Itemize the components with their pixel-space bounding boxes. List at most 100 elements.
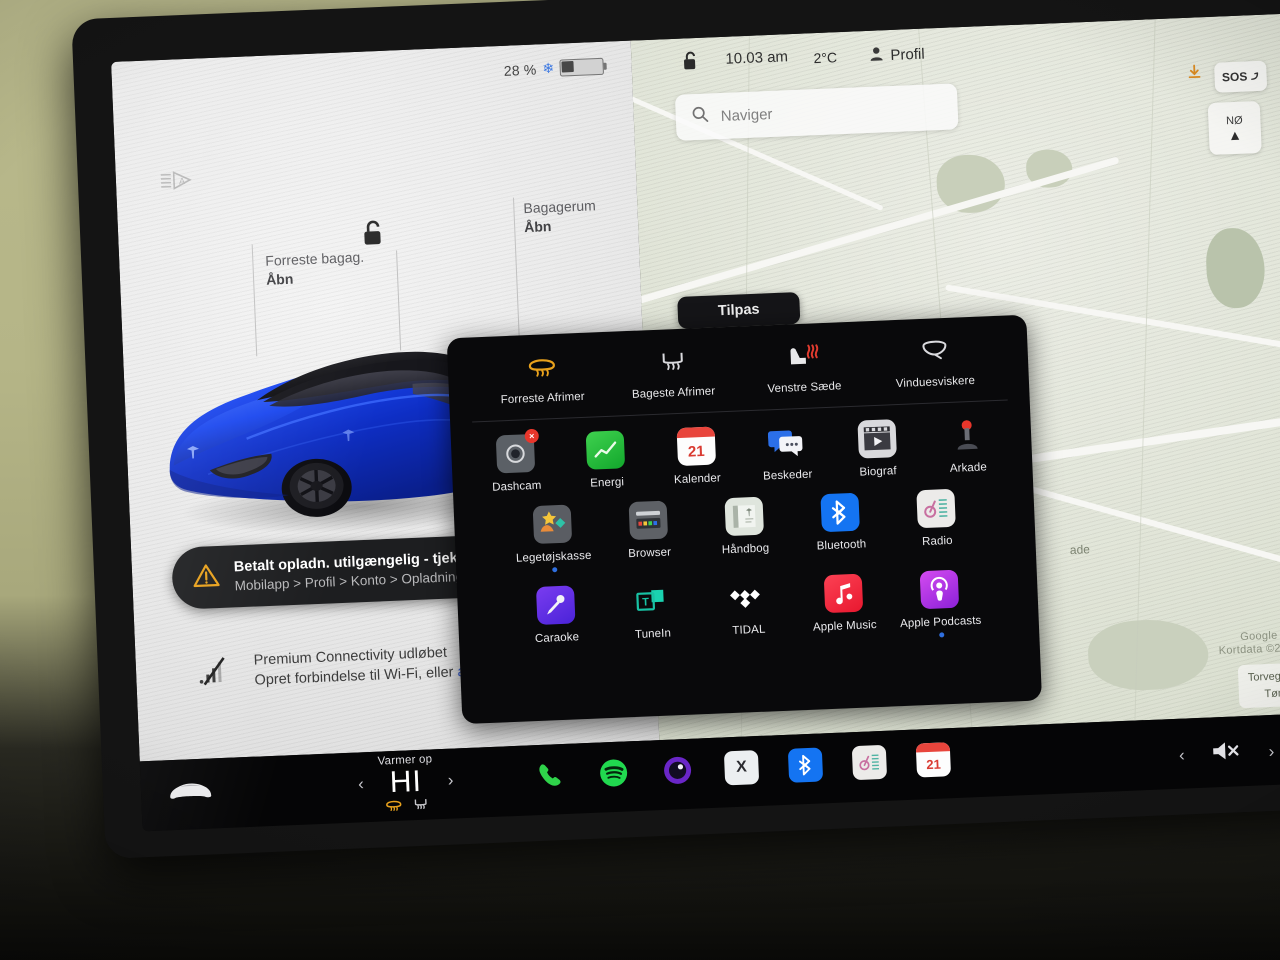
calendar-day: 21 (687, 442, 705, 461)
energy-icon (586, 430, 626, 470)
climate-label: Venstre Sæde (767, 380, 842, 396)
climate-left-seat-heater[interactable]: Venstre Sæde (753, 340, 855, 396)
rear-defrost-icon[interactable] (411, 796, 430, 812)
sos-button[interactable]: SOS (1214, 60, 1268, 93)
unlock-icon[interactable] (360, 219, 387, 253)
app-tunein[interactable]: T TuneIn (607, 580, 698, 651)
camera-icon[interactable] (660, 753, 695, 788)
messages-icon (767, 423, 807, 463)
climate-label: Vinduesviskere (895, 374, 976, 391)
calendar-icon[interactable]: 21 (915, 742, 952, 778)
spotify-icon[interactable] (596, 755, 631, 790)
app-dashcam[interactable]: × Dashcam (471, 428, 561, 495)
toybox-icon (532, 504, 573, 545)
app-row: Legetøjskasse Browser Håndbog Bluetooth … (474, 486, 1016, 575)
app-radio[interactable]: Radio (891, 488, 982, 559)
app-active-dot (938, 632, 944, 638)
app-launcher-panel[interactable]: Forreste Afrimer Bageste Afrimer Venstre… (446, 314, 1043, 725)
map-attribution: Google Kortdata ©2024 (1218, 628, 1280, 659)
compass-control[interactable]: NØ ▲ (1207, 100, 1262, 156)
app-grid: × Dashcam Energi 21 Kalender Beskeder Bi… (450, 400, 1039, 658)
front-defrost-icon (528, 359, 555, 377)
chevron-right-icon[interactable]: › (1268, 741, 1274, 761)
volume-mute-icon[interactable] (1210, 738, 1243, 768)
chevron-left-icon[interactable]: ‹ (358, 774, 364, 794)
app-label: Legetøjskasse (515, 549, 592, 565)
radio-icon (916, 488, 956, 529)
chevron-right-icon[interactable]: › (447, 771, 453, 791)
search-icon (691, 106, 709, 129)
app-label: TuneIn (634, 627, 672, 641)
front-trunk-action: Åbn (265, 270, 294, 288)
climate-temperature-control[interactable]: Varmer op ‹ HI › (320, 751, 492, 815)
front-trunk-label[interactable]: Forreste bagag. Åbn (265, 248, 365, 289)
climate-label: Forreste Afrimer (500, 390, 585, 407)
app-apple-music[interactable]: Apple Music (799, 573, 890, 644)
compass-needle-icon: ▲ (1227, 126, 1243, 143)
wiper-icon (921, 340, 946, 360)
volume-control[interactable]: ‹ › (1178, 737, 1275, 770)
app-label: Radio (921, 534, 953, 549)
map-place-label: Torvegade Tørring (1237, 662, 1280, 709)
download-icon[interactable] (1186, 63, 1203, 85)
apple-music-icon (823, 573, 864, 614)
customize-button[interactable]: Tilpas (677, 291, 801, 329)
premium-line2-prefix: Opret forbindelse til Wi-Fi, eller (254, 664, 458, 689)
app-label: Biograf (859, 465, 897, 479)
front-defrost-icon[interactable] (384, 797, 403, 813)
front-trunk-name: Forreste bagag. (265, 248, 365, 269)
rear-defrost-icon (661, 352, 683, 371)
app-label: Beskeder (762, 468, 813, 483)
dashcam-badge: × (524, 428, 540, 444)
app-legetojskasse[interactable]: Legetøjskasse (508, 503, 599, 574)
x-app-icon[interactable]: X (723, 750, 760, 786)
app-beskeder[interactable]: Beskeder (742, 422, 832, 484)
search-input[interactable]: Naviger (720, 105, 772, 124)
app-tidal[interactable]: TIDAL (703, 577, 794, 648)
app-energi[interactable]: Energi (561, 429, 651, 491)
app-arkade[interactable]: Arkade (922, 414, 1012, 476)
climate-value: HI (389, 764, 423, 800)
rear-trunk-name: Bagagerum (523, 197, 597, 217)
radio-icon[interactable] (851, 744, 888, 781)
rear-trunk-action: Åbn (523, 217, 552, 235)
rear-trunk-label[interactable]: Bagagerum Åbn (523, 196, 597, 236)
app-apple-podcasts[interactable]: Apple Podcasts (895, 569, 986, 640)
app-caraoke[interactable]: Caraoke (511, 584, 602, 655)
app-label: Caraoke (534, 631, 580, 646)
warning-triangle-icon (192, 561, 221, 593)
app-label: TIDAL (732, 623, 766, 637)
app-browser[interactable]: Browser (604, 500, 695, 571)
app-label: Apple Music (812, 619, 877, 634)
phone-icon[interactable] (532, 758, 567, 793)
car-icon[interactable] (166, 776, 213, 809)
sos-label: SOS (1221, 69, 1248, 85)
app-kalender[interactable]: 21 Kalender (651, 426, 741, 488)
chevron-left-icon[interactable]: ‹ (1179, 745, 1185, 765)
climate-label: Bageste Afrimer (631, 385, 716, 401)
app-label: Dashcam (491, 479, 542, 494)
no-signal-icon (195, 654, 231, 694)
app-label: Håndbog (721, 542, 770, 557)
map-attribution-data: Kortdata ©2024 (1218, 641, 1280, 658)
app-bluetooth[interactable]: Bluetooth (795, 492, 886, 563)
dashcam-icon: × (495, 428, 540, 474)
svg-text:A: A (179, 176, 185, 186)
arcade-icon (947, 415, 987, 455)
calendar-icon: 21 (676, 426, 716, 467)
app-label: Browser (627, 546, 672, 561)
climate-rear-defrost[interactable]: Bageste Afrimer (622, 345, 724, 401)
karaoke-icon (535, 585, 576, 625)
climate-front-defrost[interactable]: Forreste Afrimer (491, 351, 593, 407)
calendar-day: 21 (926, 756, 942, 773)
climate-wipers[interactable]: Vinduesviskere (884, 334, 986, 390)
app-handbog[interactable]: Håndbog (699, 496, 790, 567)
app-biograf[interactable]: Biograf (832, 418, 922, 480)
bluetooth-icon[interactable] (787, 747, 824, 783)
compass-heading: NØ (1225, 114, 1243, 127)
app-label: Arkade (949, 461, 988, 475)
photo-scene: A Forreste bagag. Åbn Bagagerum Åbn Beta… (0, 0, 1280, 960)
tunein-glyph: T (642, 596, 649, 608)
place-label-street: Torvegade (1247, 669, 1280, 684)
app-row: × Dashcam Energi 21 Kalender Beskeder Bi… (471, 414, 1013, 494)
